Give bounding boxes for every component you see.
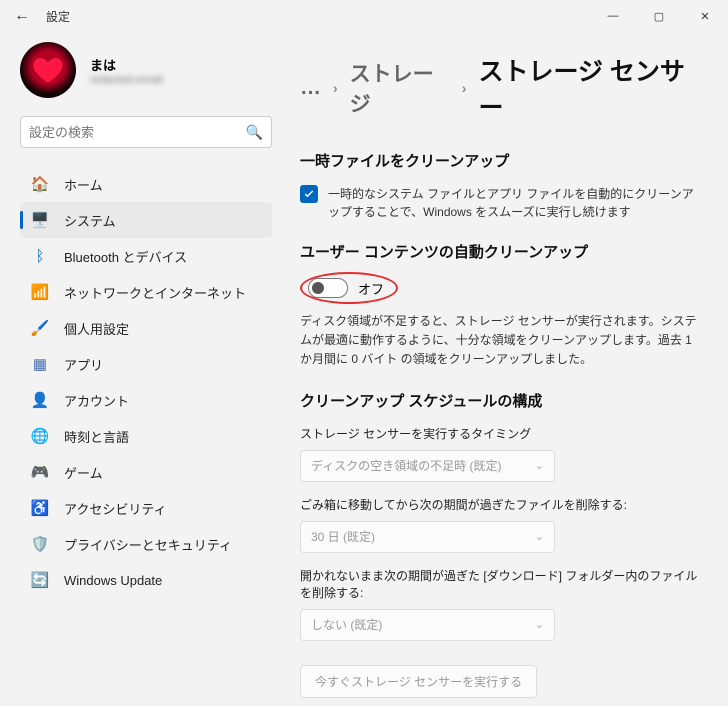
section-temp-title: 一時ファイルをクリーンアップ bbox=[300, 150, 700, 171]
nav-personalize[interactable]: 🖌️個人用設定 bbox=[20, 310, 272, 346]
window-title: 設定 bbox=[46, 8, 70, 25]
chevron-down-icon: ⌄ bbox=[535, 618, 544, 631]
nav-network[interactable]: 📶ネットワークとインターネット bbox=[20, 274, 272, 310]
bluetooth-icon: ᛒ bbox=[30, 246, 50, 266]
gaming-icon: 🎮 bbox=[30, 462, 50, 482]
system-icon: 🖥️ bbox=[30, 210, 50, 230]
search-input-wrap[interactable]: 🔍 bbox=[20, 116, 272, 148]
close-button[interactable]: ✕ bbox=[682, 0, 728, 32]
run-sense-label: ストレージ センサーを実行するタイミング bbox=[300, 425, 700, 442]
temp-cleanup-label: 一時的なシステム ファイルとアプリ ファイルを自動的にクリーンアップすることで、… bbox=[328, 185, 700, 221]
chevron-down-icon: ⌄ bbox=[535, 530, 544, 543]
avatar bbox=[20, 42, 76, 98]
chevron-right-icon: › bbox=[462, 80, 467, 96]
minimize-button[interactable]: ― bbox=[590, 0, 636, 32]
recycle-bin-dropdown[interactable]: 30 日 (既定) ⌄ bbox=[300, 521, 555, 553]
shield-icon: 🛡️ bbox=[30, 534, 50, 554]
nav-bluetooth[interactable]: ᛒBluetooth とデバイス bbox=[20, 238, 272, 274]
breadcrumb-storage[interactable]: ストレージ bbox=[350, 58, 450, 118]
run-sense-dropdown[interactable]: ディスクの空き領域の不足時 (既定) ⌄ bbox=[300, 450, 555, 482]
apps-icon: ▦ bbox=[30, 354, 50, 374]
section-auto-title: ユーザー コンテンツの自動クリーンアップ bbox=[300, 241, 700, 262]
nav-time[interactable]: 🌐時刻と言語 bbox=[20, 418, 272, 454]
page-title: ストレージ センサー bbox=[478, 52, 700, 124]
brush-icon: 🖌️ bbox=[30, 318, 50, 338]
chevron-down-icon: ⌄ bbox=[535, 459, 544, 472]
annotation-circle: オフ bbox=[300, 272, 398, 304]
nav-list: 🏠ホーム 🖥️システム ᛒBluetooth とデバイス 📶ネットワークとインタ… bbox=[20, 166, 272, 598]
auto-cleanup-description: ディスク領域が不足すると、ストレージ センサーが実行されます。システムが最適に動… bbox=[300, 312, 700, 370]
storage-sense-toggle[interactable] bbox=[308, 278, 348, 298]
downloads-label: 開かれないまま次の期間が過ぎた [ダウンロード] フォルダー内のファイルを削除す… bbox=[300, 567, 700, 601]
toggle-state: オフ bbox=[358, 279, 384, 298]
wifi-icon: 📶 bbox=[30, 282, 50, 302]
nav-accessibility[interactable]: ♿アクセシビリティ bbox=[20, 490, 272, 526]
run-now-button[interactable]: 今すぐストレージ センサーを実行する bbox=[300, 665, 537, 698]
maximize-button[interactable]: ▢ bbox=[636, 0, 682, 32]
home-icon: 🏠 bbox=[30, 174, 50, 194]
nav-account[interactable]: 👤アカウント bbox=[20, 382, 272, 418]
recycle-bin-label: ごみ箱に移動してから次の期間が過ぎたファイルを削除する: bbox=[300, 496, 700, 513]
accessibility-icon: ♿ bbox=[30, 498, 50, 518]
nav-system[interactable]: 🖥️システム bbox=[20, 202, 272, 238]
breadcrumb-dots[interactable]: … bbox=[300, 76, 321, 100]
search-icon: 🔍 bbox=[246, 124, 263, 141]
search-input[interactable] bbox=[29, 125, 246, 140]
breadcrumb: … › ストレージ › ストレージ センサー bbox=[300, 52, 700, 124]
nav-apps[interactable]: ▦アプリ bbox=[20, 346, 272, 382]
chevron-right-icon: › bbox=[333, 80, 338, 96]
downloads-dropdown[interactable]: しない (既定) ⌄ bbox=[300, 609, 555, 641]
globe-icon: 🌐 bbox=[30, 426, 50, 446]
back-button[interactable]: ← bbox=[14, 7, 34, 25]
nav-privacy[interactable]: 🛡️プライバシーとセキュリティ bbox=[20, 526, 272, 562]
update-icon: 🔄 bbox=[30, 570, 50, 590]
section-schedule-title: クリーンアップ スケジュールの構成 bbox=[300, 390, 700, 411]
temp-cleanup-checkbox[interactable] bbox=[300, 185, 318, 203]
profile-block[interactable]: まは redacted-email bbox=[20, 42, 272, 98]
nav-update[interactable]: 🔄Windows Update bbox=[20, 562, 272, 598]
nav-gaming[interactable]: 🎮ゲーム bbox=[20, 454, 272, 490]
profile-email: redacted-email bbox=[90, 74, 163, 86]
nav-home[interactable]: 🏠ホーム bbox=[20, 166, 272, 202]
account-icon: 👤 bbox=[30, 390, 50, 410]
profile-name: まは bbox=[90, 55, 163, 74]
